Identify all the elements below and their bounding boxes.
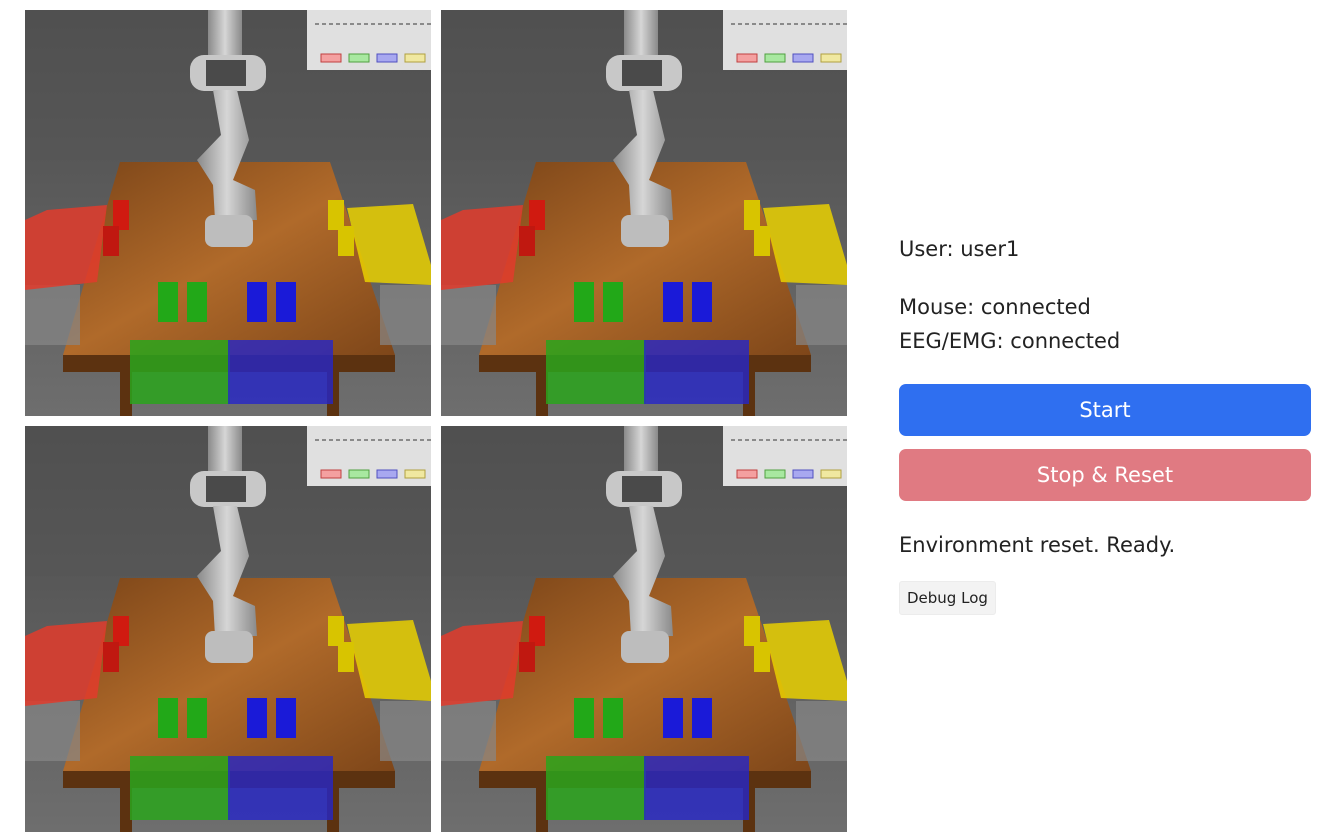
camera-view-1 [25, 10, 431, 416]
camera-view-3 [25, 426, 431, 832]
control-panel: User: user1 Mouse: connected EEG/EMG: co… [899, 232, 1311, 615]
user-label: User: user1 [899, 237, 1020, 261]
camera-view-4 [441, 426, 847, 832]
camera-grid [25, 10, 847, 832]
stop-reset-button[interactable]: Stop & Reset [899, 449, 1311, 501]
mouse-status: Mouse: connected [899, 295, 1091, 319]
status-message: Environment reset. Ready. [899, 533, 1176, 557]
camera-view-2 [441, 10, 847, 416]
eeg-emg-status: EEG/EMG: connected [899, 329, 1121, 353]
start-button[interactable]: Start [899, 384, 1311, 436]
debug-log-button[interactable]: Debug Log [899, 581, 996, 615]
